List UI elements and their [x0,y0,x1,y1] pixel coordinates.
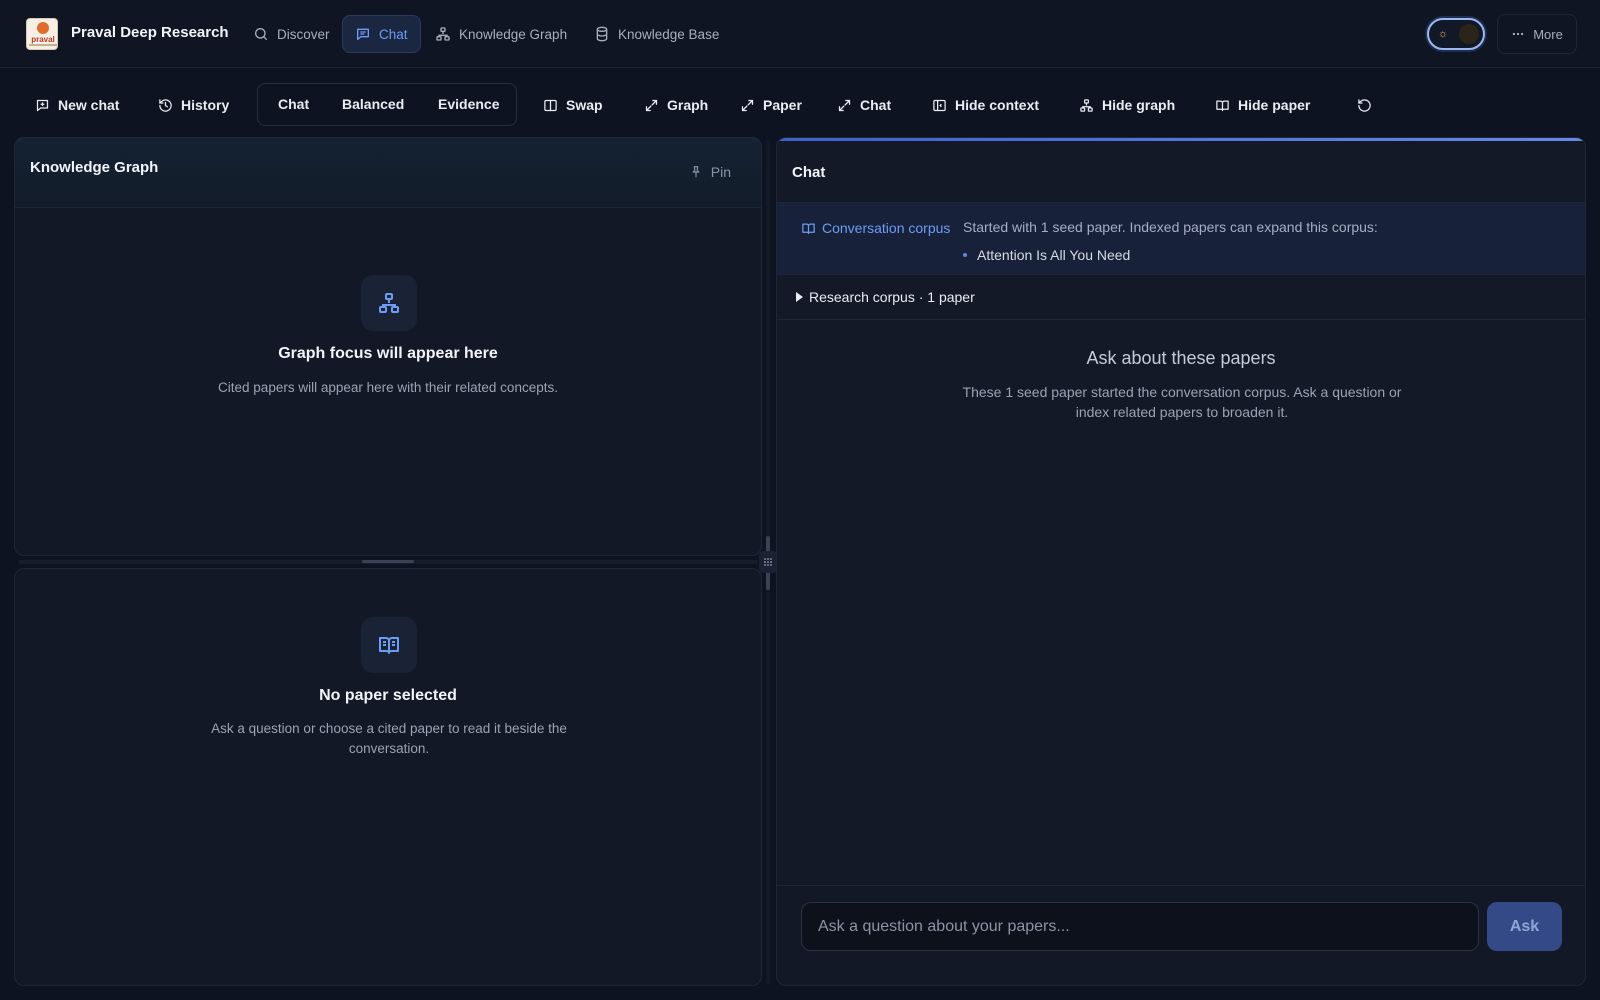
theme-toggle[interactable]: ☼ [1427,18,1485,50]
app-logo[interactable]: praval [26,18,58,50]
nav-knowledge-graph[interactable]: Knowledge Graph [422,15,580,53]
nav-knowledge-base-label: Knowledge Base [618,26,720,42]
expand-graph-button[interactable]: Graph [636,86,716,124]
research-corpus-label: Research corpus · 1 paper [809,289,975,305]
search-icon [254,28,267,40]
logo-text: praval [31,35,55,44]
new-chat-button[interactable]: New chat [27,86,127,124]
hide-context-button[interactable]: Hide context [924,86,1047,124]
nav-chat[interactable]: Chat [342,15,421,53]
expand-icon [838,99,851,111]
database-icon [596,26,608,42]
chat-composer: Ask [777,885,1585,985]
expand-icon [645,99,658,111]
corpus-paper-item[interactable]: Attention Is All You Need [963,247,1130,263]
expand-graph-label: Graph [667,97,709,113]
question-input[interactable] [801,902,1479,951]
bullet-icon [963,253,967,257]
reset-icon [1358,98,1371,112]
nav-knowledge-base[interactable]: Knowledge Base [581,15,732,53]
chat-title: Chat [792,164,826,181]
mode-balanced[interactable]: Balanced [342,96,404,112]
book-icon [1216,100,1229,111]
hide-graph-button[interactable]: Hide graph [1071,86,1183,124]
nav-chat-label: Chat [379,26,408,42]
mode-segmented-control: Chat Balanced Evidence [257,83,517,126]
nav-discover-label: Discover [277,26,330,42]
more-label: More [1533,26,1563,42]
chat-header: Chat [777,138,1585,203]
horizontal-splitter[interactable] [18,560,758,564]
ask-button[interactable]: Ask [1487,902,1562,951]
paper-empty-title: No paper selected [319,687,457,704]
knowledge-graph-title: Knowledge Graph [30,159,159,176]
swap-label: Swap [566,97,603,113]
ask-empty-description: These 1 seed paper started the conversat… [962,384,1402,420]
corpus-paper-title: Attention Is All You Need [977,247,1131,263]
swap-button[interactable]: Swap [535,86,611,124]
ask-empty-title: Ask about these papers [1086,348,1276,368]
sun-icon: ☼ [1438,28,1449,40]
caret-right-icon [796,292,803,302]
new-chat-label: New chat [58,97,120,113]
book-icon [802,223,815,234]
nav-discover[interactable]: Discover [240,15,343,53]
pin-label: Pin [710,164,731,180]
expand-paper-label: Paper [763,97,802,113]
top-navigation: praval Praval Deep Research Discover Cha… [0,0,1600,68]
reset-layout-button[interactable] [1349,86,1380,124]
mode-evidence[interactable]: Evidence [438,96,499,112]
new-chat-icon [36,99,49,111]
splitter-grip-icon[interactable] [759,551,777,573]
history-button[interactable]: History [150,86,237,124]
expand-chat-button[interactable]: Chat [829,86,899,124]
paper-panel: No paper selected Ask a question or choo… [14,568,762,986]
graph-empty-description: Cited papers will appear here with their… [218,380,558,395]
hide-paper-button[interactable]: Hide paper [1207,86,1318,124]
hide-paper-label: Hide paper [1238,97,1311,113]
hide-graph-label: Hide graph [1102,97,1176,113]
graph-empty-title: Graph focus will appear here [278,345,498,362]
expand-paper-button[interactable]: Paper [732,86,810,124]
expand-chat-label: Chat [860,97,892,113]
graph-icon [436,27,450,41]
graph-icon [1080,98,1093,112]
paper-empty-description: Ask a question or choose a cited paper t… [211,721,567,756]
more-button[interactable]: More [1497,14,1577,54]
knowledge-graph-panel: Knowledge Graph Pin Graph focus will app… [14,137,762,556]
toggle-knob [1459,24,1479,44]
research-corpus-summary[interactable]: Research corpus · 1 paper [796,289,975,305]
conversation-corpus-link[interactable]: Conversation corpus [801,220,950,236]
book-open-icon [379,637,399,654]
ellipsis-icon [1512,32,1524,36]
mode-chat[interactable]: Chat [278,96,309,112]
chat-panel: Chat Conversation corpus Started with 1 … [776,137,1586,986]
app-brand[interactable]: Praval Deep Research [71,24,229,41]
hide-context-label: Hide context [955,97,1040,113]
pin-icon [692,166,700,178]
paper-empty-icon [361,617,417,673]
history-label: History [181,97,230,113]
chat-icon [357,28,369,40]
knowledge-graph-header: Knowledge Graph Pin [15,138,761,208]
panel-left-icon [933,99,946,111]
history-icon [159,98,172,112]
graph-empty-icon [361,275,417,331]
pin-button[interactable]: Pin [689,164,731,180]
graph-icon [379,293,399,313]
conversation-corpus-label: Conversation corpus [822,220,951,236]
research-corpus-disclosure[interactable]: Research corpus · 1 paper [777,275,1585,320]
conversation-corpus-banner: Conversation corpus Started with 1 seed … [777,203,1585,275]
nav-knowledge-graph-label: Knowledge Graph [459,26,568,42]
expand-icon [741,99,754,111]
columns-icon [544,99,557,111]
corpus-description: Started with 1 seed paper. Indexed paper… [963,219,1378,235]
